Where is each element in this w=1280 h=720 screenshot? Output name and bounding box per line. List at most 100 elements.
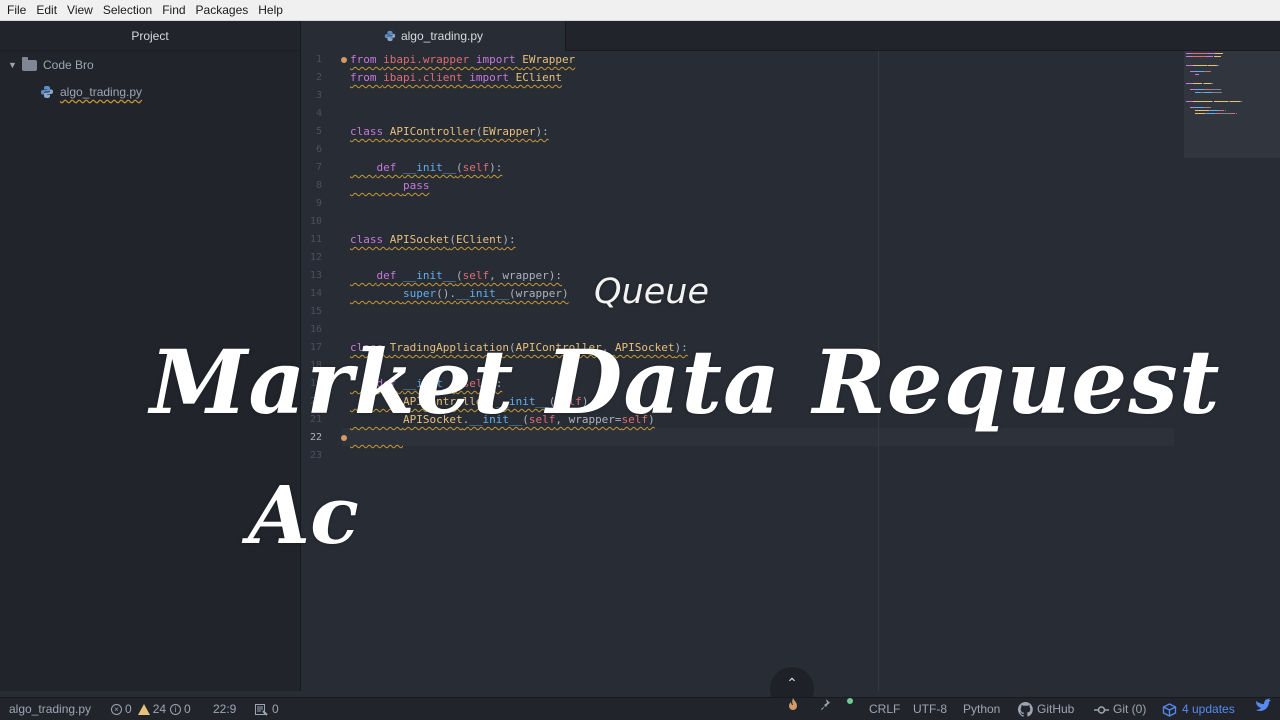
github-icon xyxy=(1018,702,1033,717)
bird-icon[interactable] xyxy=(1255,698,1271,712)
line-number: 13 xyxy=(309,270,322,281)
code-line[interactable]: pass xyxy=(350,177,430,195)
git-button[interactable]: Git (0) xyxy=(1094,698,1146,720)
code-token: ( xyxy=(449,233,456,246)
minimap-line xyxy=(1186,101,1193,102)
code-token: EWrapper xyxy=(482,125,536,138)
encoding-selector[interactable]: UTF-8 xyxy=(913,698,947,720)
folder-icon xyxy=(22,56,37,71)
minimap-line xyxy=(1191,53,1207,54)
minimap-line xyxy=(1191,56,1206,57)
menu-find[interactable]: Find xyxy=(157,0,190,21)
line-number: 5 xyxy=(315,126,322,137)
code-line[interactable]: def __init__(self, wrapper): xyxy=(350,267,562,285)
code-line[interactable]: super().__init__(wrapper) xyxy=(350,285,569,303)
code-token: EWrapper xyxy=(522,53,576,66)
line-number: 6 xyxy=(315,144,322,155)
code-token: EClient xyxy=(455,233,503,246)
tab-algo-trading[interactable]: algo_trading.py xyxy=(302,21,566,51)
minimap-line xyxy=(1210,110,1219,111)
grammar-selector[interactable]: Python xyxy=(963,698,1000,720)
modified-line-marker xyxy=(341,435,347,441)
menu-edit[interactable]: Edit xyxy=(31,0,62,21)
github-button[interactable]: GitHub xyxy=(1018,698,1074,720)
updates-label: 4 updates xyxy=(1182,702,1235,716)
minimap-line xyxy=(1203,83,1212,84)
menu-file[interactable]: File xyxy=(2,0,31,21)
minimap-line xyxy=(1194,89,1204,90)
minimap-line xyxy=(1206,53,1215,54)
code-line[interactable]: class APISocket(EClient): xyxy=(350,231,516,249)
code-token: __init__ xyxy=(455,287,509,300)
info-icon: i xyxy=(170,704,182,715)
status-file-path[interactable]: algo_trading.py xyxy=(9,698,91,720)
minimap-line xyxy=(1194,113,1205,114)
menu-packages[interactable]: Packages xyxy=(191,0,254,21)
cursor-position[interactable]: 22:9 xyxy=(213,698,236,720)
code-token: ( xyxy=(455,269,463,282)
flame-icon[interactable] xyxy=(787,698,799,711)
line-number: 9 xyxy=(315,198,322,209)
code-token: def xyxy=(376,161,403,174)
minimap-line xyxy=(1194,74,1200,75)
tab-label: algo_trading.py xyxy=(400,29,484,43)
minimap-line xyxy=(1205,56,1214,57)
code-token: class xyxy=(350,233,390,246)
selection-count-value: 0 xyxy=(272,702,279,716)
code-token: APIController xyxy=(389,125,476,138)
code-token: import xyxy=(469,71,516,84)
code-token: EClient xyxy=(515,71,562,84)
tree-file-item[interactable]: algo_trading.py xyxy=(40,85,142,99)
minimap-line xyxy=(1211,83,1214,84)
minimap-line xyxy=(1194,110,1210,111)
tree-root-folder[interactable]: ▼ Code Bro xyxy=(8,56,94,72)
warning-icon xyxy=(137,704,150,715)
chevron-down-icon[interactable]: ▼ xyxy=(8,60,22,70)
info-count: 0 xyxy=(184,702,191,716)
updates-button[interactable]: 4 updates xyxy=(1162,698,1235,720)
linter-status[interactable]: × 0 24 i 0 xyxy=(111,698,191,720)
tree-file-label: algo_trading.py xyxy=(60,85,143,99)
code-token: self xyxy=(462,161,490,174)
minimap-line xyxy=(1205,113,1215,114)
pin-icon[interactable] xyxy=(818,698,831,711)
menu-help[interactable]: Help xyxy=(253,0,288,21)
minimap-line xyxy=(1239,101,1243,102)
code-token: pass xyxy=(402,179,430,192)
menu-selection[interactable]: Selection xyxy=(98,0,157,21)
code-line[interactable]: from ibapi.wrapper import EWrapper xyxy=(350,51,575,69)
code-token: from xyxy=(350,53,384,66)
line-number: 2 xyxy=(315,72,322,83)
menu-view[interactable]: View xyxy=(62,0,98,21)
code-line[interactable]: from ibapi.client import EClient xyxy=(350,69,562,87)
minimap[interactable] xyxy=(1184,51,1280,158)
code-token: ( xyxy=(455,161,463,174)
line-number: 7 xyxy=(315,162,322,173)
minimap-line xyxy=(1212,92,1223,93)
code-token: self xyxy=(462,269,490,282)
line-ending-selector[interactable]: CRLF xyxy=(869,698,900,720)
minimap-line xyxy=(1209,107,1212,108)
code-token: , wrapper): xyxy=(489,269,562,282)
git-commit-icon xyxy=(1094,705,1109,714)
overlay-title: Market Data Request xyxy=(150,330,1221,434)
minimap-line xyxy=(1208,65,1217,66)
warning-count: 24 xyxy=(152,702,167,716)
modified-line-marker xyxy=(341,57,347,63)
minimap-line xyxy=(1213,101,1228,102)
code-token: (wrapper) xyxy=(508,287,569,300)
package-icon xyxy=(1162,702,1177,717)
python-file-icon xyxy=(41,86,53,98)
minimap-line xyxy=(1186,65,1193,66)
line-number: 15 xyxy=(309,306,322,317)
code-line[interactable]: class APIController(EWrapper): xyxy=(350,123,549,141)
code-token: APISocket xyxy=(389,233,450,246)
code-line[interactable]: def __init__(self): xyxy=(350,159,503,177)
overlay-queue-text: Queue xyxy=(594,272,709,312)
error-count: 0 xyxy=(125,702,132,716)
error-icon: × xyxy=(111,704,122,715)
selection-count[interactable]: 0 xyxy=(255,698,279,720)
project-panel-title: Project xyxy=(0,21,300,51)
overlay-subtitle: Ac xyxy=(248,468,359,562)
